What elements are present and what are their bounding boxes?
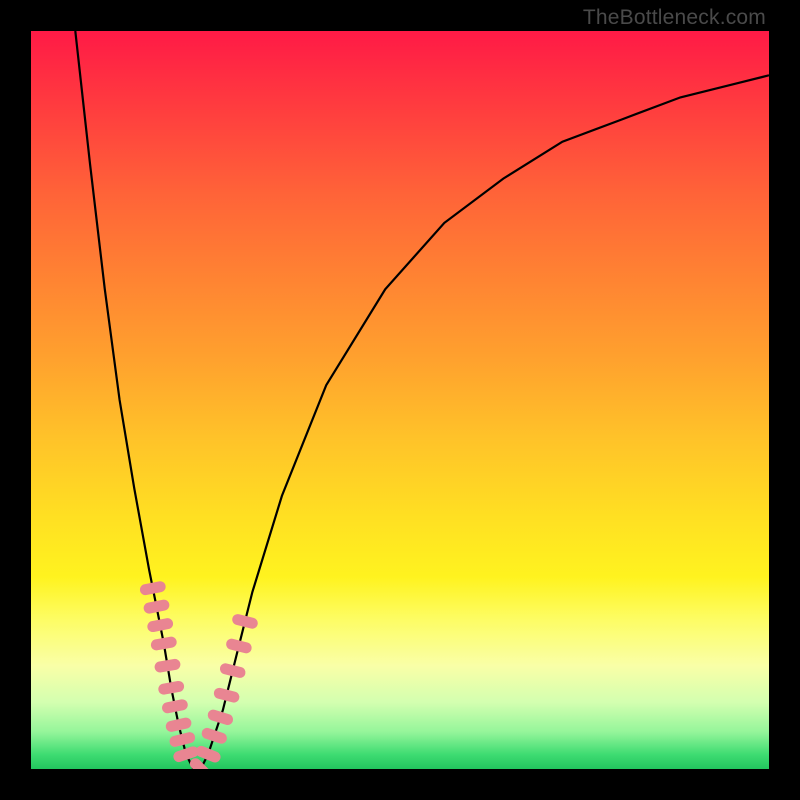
curve-marker bbox=[154, 658, 181, 673]
curve-svg bbox=[31, 31, 769, 769]
curve-marker bbox=[225, 638, 253, 655]
watermark-text: TheBottleneck.com bbox=[583, 6, 766, 30]
plot-area bbox=[31, 31, 769, 769]
curve-marker bbox=[139, 580, 167, 596]
curve-marker bbox=[150, 636, 178, 651]
chart-canvas: TheBottleneck.com bbox=[0, 0, 800, 800]
curve-marker bbox=[231, 613, 259, 630]
curve-marker bbox=[213, 687, 241, 704]
curve-marker bbox=[219, 662, 247, 679]
curve-marker bbox=[200, 726, 228, 745]
curve-marker bbox=[157, 680, 185, 695]
curve-marker bbox=[143, 599, 171, 615]
curve-marker bbox=[206, 708, 234, 726]
curve-marker bbox=[161, 698, 189, 714]
curve-marker bbox=[165, 717, 193, 733]
bottleneck-curve-path bbox=[75, 31, 769, 769]
curve-marker bbox=[168, 731, 196, 748]
curve-markers bbox=[139, 580, 259, 769]
curve-marker bbox=[146, 617, 174, 633]
